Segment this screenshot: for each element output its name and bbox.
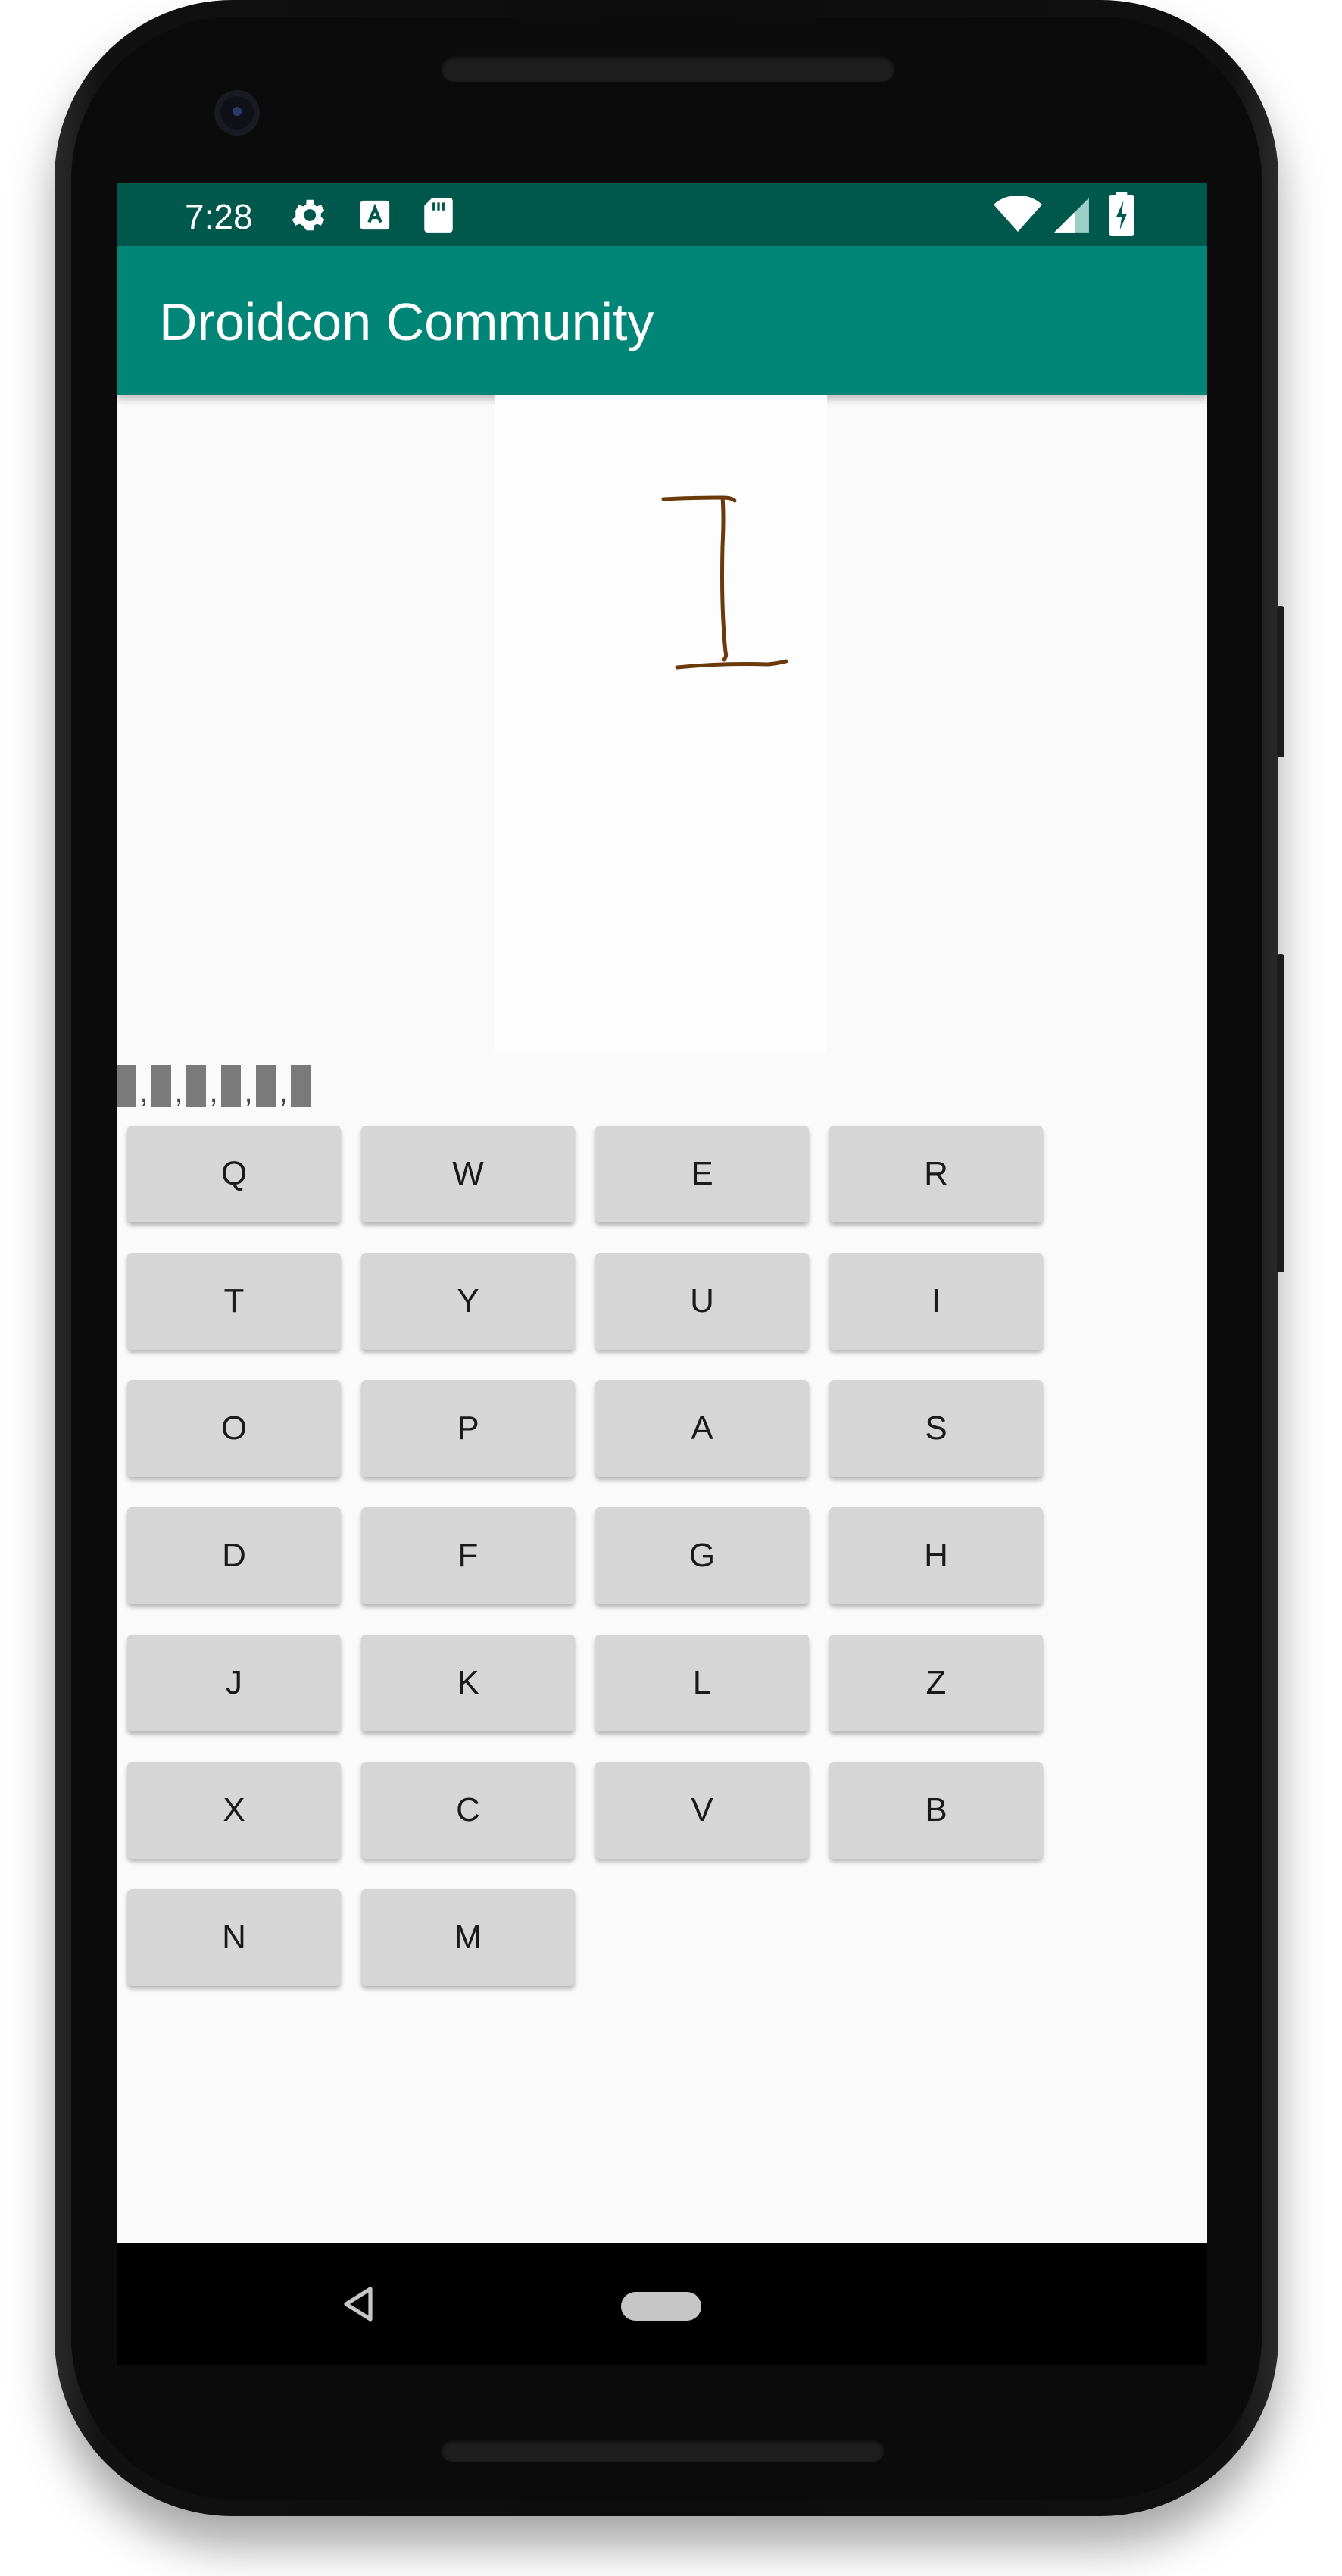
key-s[interactable]: S	[829, 1380, 1043, 1477]
slot-box	[256, 1065, 276, 1107]
slot-separator: ,	[139, 1076, 148, 1109]
slot-box	[291, 1065, 311, 1107]
drawing-canvas[interactable]	[495, 395, 827, 1054]
key-f[interactable]: F	[361, 1507, 575, 1604]
key-u[interactable]: U	[595, 1253, 809, 1350]
slot-separator: ,	[174, 1076, 183, 1109]
key-q[interactable]: Q	[127, 1126, 341, 1222]
slot-separator: ,	[279, 1076, 288, 1109]
key-w[interactable]: W	[361, 1126, 575, 1222]
answer-slot: ,	[117, 1065, 151, 1107]
battery-charging-icon	[1109, 192, 1134, 239]
slot-box	[186, 1065, 206, 1107]
key-k[interactable]: K	[361, 1635, 575, 1731]
key-m[interactable]: M	[361, 1889, 575, 1986]
key-g[interactable]: G	[595, 1507, 809, 1604]
key-y[interactable]: Y	[361, 1253, 575, 1350]
home-icon[interactable]	[621, 2292, 701, 2321]
answer-slot: ,	[221, 1065, 256, 1107]
drawn-stroke	[661, 495, 788, 670]
font-a-icon	[357, 198, 392, 236]
key-a[interactable]: A	[595, 1380, 809, 1477]
power-button	[1277, 954, 1284, 1272]
slot-box	[221, 1065, 241, 1107]
status-time: 7:28	[185, 197, 253, 236]
slot-separator: ,	[244, 1076, 253, 1109]
key-p[interactable]: P	[361, 1380, 575, 1477]
answer-slot: ,	[151, 1065, 186, 1107]
key-e[interactable]: E	[595, 1126, 809, 1222]
key-n[interactable]: N	[127, 1889, 341, 1986]
slot-box	[117, 1065, 136, 1107]
key-r[interactable]: R	[829, 1126, 1043, 1222]
key-o[interactable]: O	[127, 1380, 341, 1477]
sd-card-icon	[421, 196, 456, 238]
app-title: Droidcon Community	[159, 292, 654, 351]
app-bar: Droidcon Community	[117, 246, 1207, 395]
key-d[interactable]: D	[127, 1507, 341, 1604]
key-t[interactable]: T	[127, 1253, 341, 1350]
key-h[interactable]: H	[829, 1507, 1043, 1604]
key-v[interactable]: V	[595, 1762, 809, 1859]
key-c[interactable]: C	[361, 1762, 575, 1859]
device-screen: 7:28 Droidcon Community , , , , , Q W E …	[117, 183, 1207, 2365]
slot-box	[151, 1065, 171, 1107]
gear-icon	[288, 195, 329, 239]
key-i[interactable]: I	[829, 1253, 1043, 1350]
wifi-icon	[994, 195, 1042, 238]
bottom-speaker	[441, 2439, 885, 2462]
answer-slot	[291, 1065, 311, 1107]
key-j[interactable]: J	[127, 1635, 341, 1731]
slot-separator: ,	[209, 1076, 218, 1109]
answer-slot: ,	[256, 1065, 291, 1107]
key-z[interactable]: Z	[829, 1635, 1043, 1731]
key-l[interactable]: L	[595, 1635, 809, 1731]
back-icon[interactable]	[340, 2284, 376, 2328]
earpiece-speaker	[441, 55, 895, 82]
answer-slot: ,	[186, 1065, 221, 1107]
key-x[interactable]: X	[127, 1762, 341, 1859]
signal-icon	[1053, 196, 1091, 238]
answer-slots: ,,,,,	[117, 1063, 311, 1107]
volume-button	[1277, 606, 1284, 757]
status-bar: 7:28	[117, 183, 1207, 246]
key-b[interactable]: B	[829, 1762, 1043, 1859]
navigation-bar	[117, 2243, 1207, 2365]
front-camera	[214, 90, 260, 136]
